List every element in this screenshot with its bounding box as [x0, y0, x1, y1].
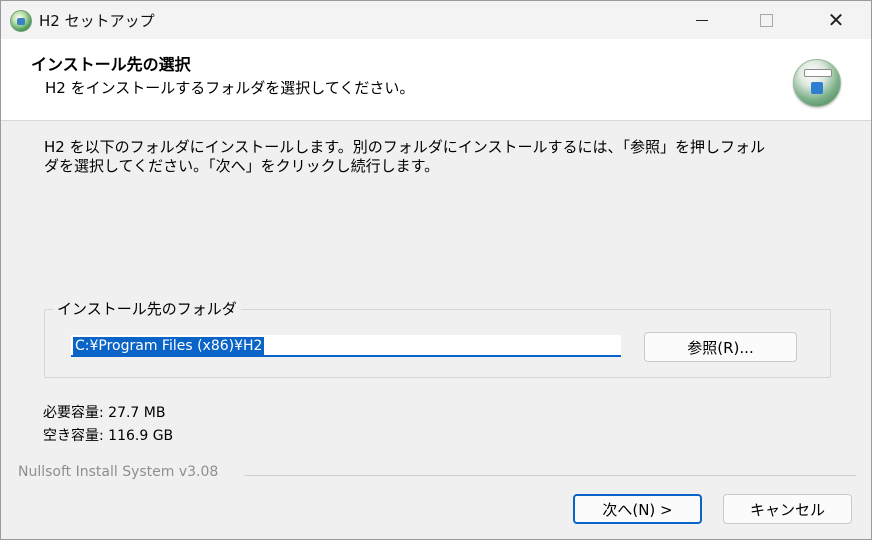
page-title: インストール先の選択 [31, 55, 191, 74]
instructions-line-1: H2 を以下のフォルダにインストールします。別のフォルダにインストールするには、… [44, 138, 765, 156]
title-bar[interactable]: H2 セットアップ ✕ [1, 1, 871, 39]
browse-button[interactable]: 参照(R)... [644, 332, 797, 362]
download-arrow-icon [811, 82, 823, 94]
space-available-text: 空き容量: 116.9 GB [43, 428, 174, 444]
space-required-text: 必要容量: 27.7 MB [43, 405, 166, 421]
minimize-button[interactable] [679, 1, 725, 39]
minimize-icon [696, 19, 708, 21]
next-button[interactable]: 次へ(N) > [573, 494, 702, 524]
page-subtitle: H2 をインストールするフォルダを選択してください。 [45, 79, 415, 97]
app-icon [10, 10, 32, 32]
instructions-line-2: ダを選択してください。「次へ」をクリックし続行します。 [44, 157, 440, 175]
maximize-button[interactable] [743, 1, 789, 39]
destination-folder-label: インストール先のフォルダ [53, 298, 241, 319]
page-header: インストール先の選択 H2 をインストールするフォルダを選択してください。 [1, 39, 871, 121]
destination-path-value[interactable]: C:¥Program Files (x86)¥H2 [73, 337, 265, 355]
footer-divider [244, 475, 856, 476]
close-button[interactable]: ✕ [813, 1, 859, 39]
close-icon: ✕ [827, 8, 845, 32]
window-title: H2 セットアップ [39, 12, 155, 30]
setup-window: H2 セットアップ ✕ インストール先の選択 H2 をインストールするフォルダを… [0, 0, 872, 540]
installer-logo-icon [793, 59, 841, 107]
maximize-icon [759, 13, 773, 27]
logo-cap [804, 69, 832, 77]
cancel-button[interactable]: キャンセル [723, 494, 852, 524]
nsis-branding: Nullsoft Install System v3.08 [18, 464, 219, 480]
instructions-text: H2 を以下のフォルダにインストールします。別のフォルダにインストールするには、… [44, 138, 834, 176]
